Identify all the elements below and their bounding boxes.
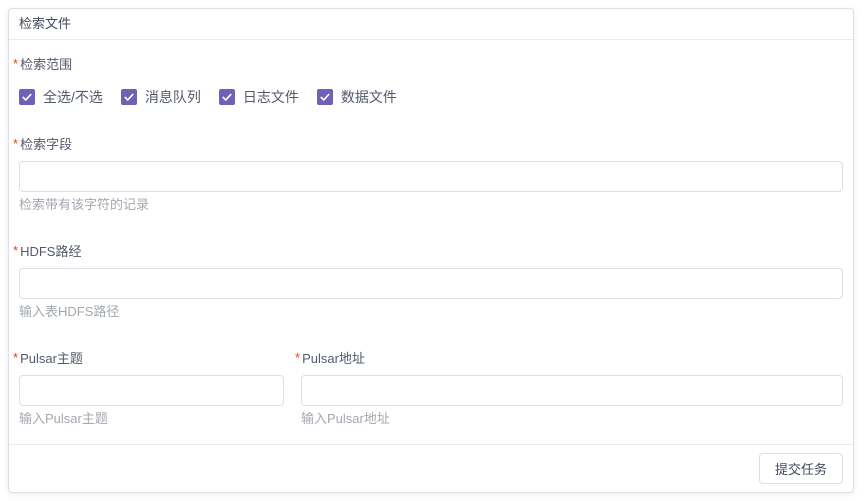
checkbox-item-select-all[interactable]: 全选/不选 (19, 89, 103, 105)
checkbox-item-data-file[interactable]: 数据文件 (317, 89, 397, 105)
checkbox-label-log-file[interactable]: 日志文件 (243, 89, 299, 105)
checkbox-item-message-queue[interactable]: 消息队列 (121, 89, 201, 105)
card-title: 检索文件 (19, 16, 71, 31)
pulsar-topic-label: *Pulsar主题 (13, 350, 284, 366)
form-item-scope: *检索范围 全选/不选 消息队列 日志文件 (19, 56, 843, 105)
required-mark: * (13, 136, 18, 151)
search-field-input[interactable] (19, 161, 843, 192)
check-icon (320, 93, 330, 101)
hdfs-path-label: *HDFS路经 (13, 243, 843, 259)
checkbox-label-select-all[interactable]: 全选/不选 (43, 89, 103, 105)
pulsar-topic-label-text: Pulsar主题 (20, 351, 83, 366)
check-icon (222, 93, 232, 101)
checkbox-select-all[interactable] (19, 89, 35, 105)
checkbox-message-queue[interactable] (121, 89, 137, 105)
search-field-label: *检索字段 (13, 136, 843, 152)
checkbox-item-log-file[interactable]: 日志文件 (219, 89, 299, 105)
check-icon (22, 93, 32, 101)
pulsar-topic-hint: 输入Pulsar主题 (19, 412, 284, 426)
form-item-pulsar-address: *Pulsar地址 输入Pulsar地址 (301, 350, 843, 426)
check-icon (124, 93, 134, 101)
form-item-hdfs-path: *HDFS路经 输入表HDFS路径 (19, 243, 843, 319)
card-header: 检索文件 (9, 9, 853, 40)
scope-label-text: 检索范围 (20, 57, 72, 72)
search-file-card: 检索文件 *检索范围 全选/不选 消息队列 日志文件 (8, 8, 854, 493)
scope-checkbox-group: 全选/不选 消息队列 日志文件 数据文件 (19, 89, 843, 105)
checkbox-data-file[interactable] (317, 89, 333, 105)
search-field-label-text: 检索字段 (20, 137, 72, 152)
checkbox-label-data-file[interactable]: 数据文件 (341, 89, 397, 105)
pulsar-topic-input[interactable] (19, 375, 284, 406)
card-footer: 提交任务 (9, 444, 853, 492)
pulsar-address-input[interactable] (301, 375, 843, 406)
submit-task-button[interactable]: 提交任务 (759, 453, 843, 484)
hdfs-path-hint: 输入表HDFS路径 (19, 305, 843, 319)
checkbox-log-file[interactable] (219, 89, 235, 105)
scope-label: *检索范围 (13, 56, 843, 72)
form-item-search-field: *检索字段 检索带有该字符的记录 (19, 136, 843, 212)
page: 检索文件 *检索范围 全选/不选 消息队列 日志文件 (0, 0, 865, 501)
pulsar-address-label-text: Pulsar地址 (302, 351, 365, 366)
form-item-pulsar-topic: *Pulsar主题 输入Pulsar主题 (19, 350, 284, 426)
required-mark: * (13, 243, 18, 258)
card-body: *检索范围 全选/不选 消息队列 日志文件 (9, 40, 853, 444)
pulsar-address-label: *Pulsar地址 (295, 350, 843, 366)
required-mark: * (13, 350, 18, 365)
required-mark: * (13, 56, 18, 71)
search-field-hint: 检索带有该字符的记录 (19, 198, 843, 212)
required-mark: * (295, 350, 300, 365)
hdfs-path-label-text: HDFS路经 (20, 244, 81, 259)
pulsar-row: *Pulsar主题 输入Pulsar主题 *Pulsar地址 输入Pulsar地… (19, 350, 843, 426)
pulsar-address-hint: 输入Pulsar地址 (301, 412, 843, 426)
checkbox-label-message-queue[interactable]: 消息队列 (145, 89, 201, 105)
hdfs-path-input[interactable] (19, 268, 843, 299)
